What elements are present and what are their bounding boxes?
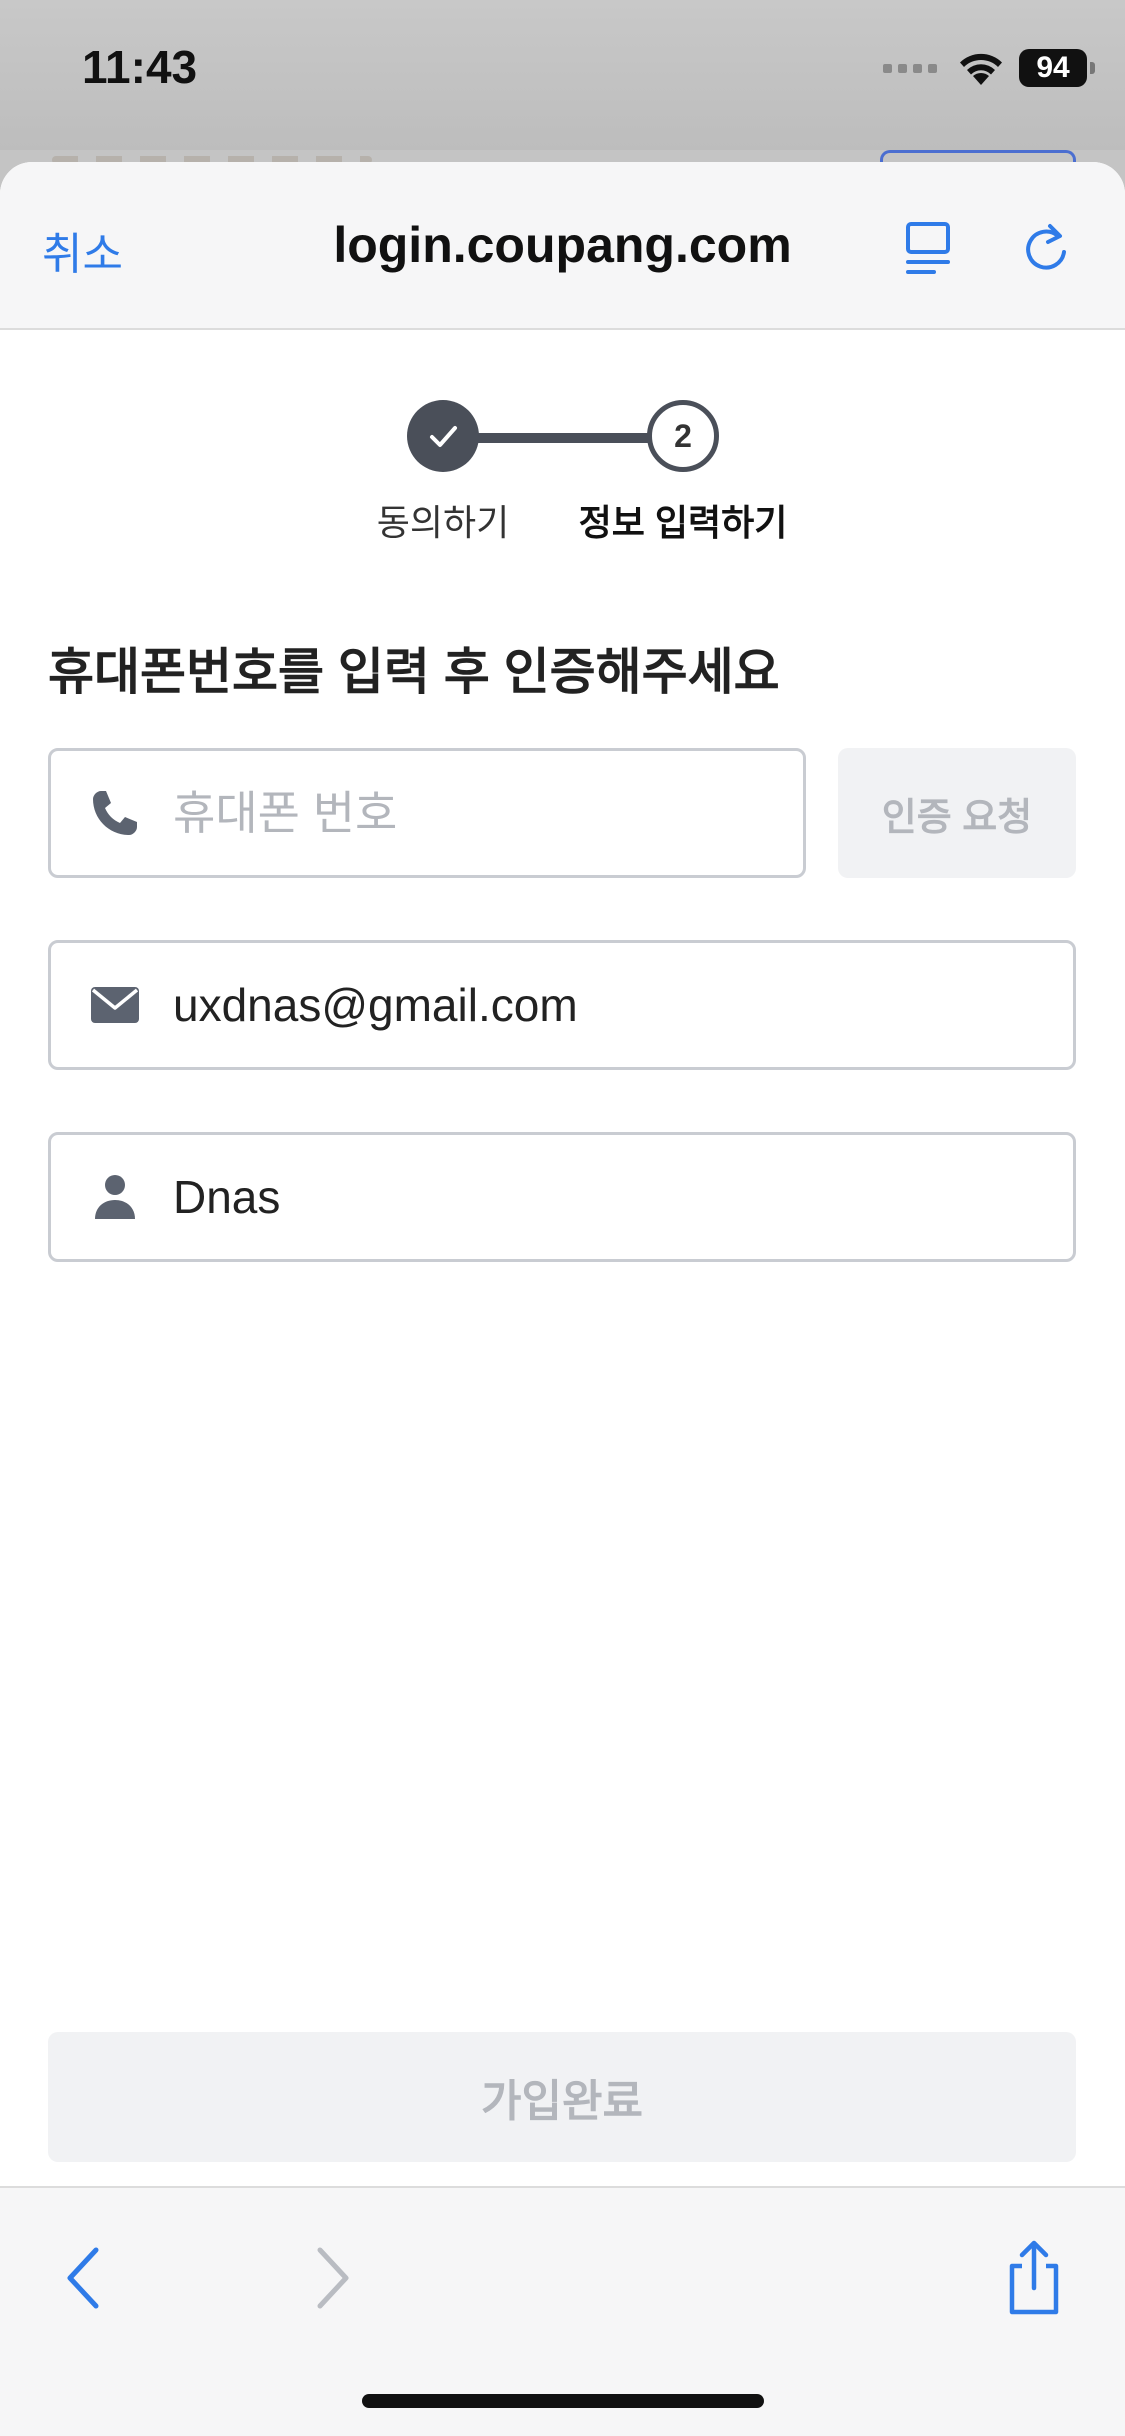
phone-icon (93, 791, 137, 835)
reader-icon[interactable] (900, 218, 960, 278)
form-title: 휴대폰번호를 입력 후 인증해주세요 (48, 644, 780, 700)
back-icon[interactable] (46, 2238, 126, 2318)
home-indicator[interactable] (362, 2394, 764, 2408)
person-icon (95, 1175, 135, 1219)
name-input[interactable] (173, 1170, 1073, 1224)
wifi-icon (960, 53, 1002, 85)
share-icon[interactable] (994, 2238, 1074, 2318)
battery-icon: 94 (1019, 49, 1095, 87)
mail-icon (91, 987, 139, 1023)
step-1-label: 동의하기 (376, 502, 510, 543)
name-field[interactable] (48, 1132, 1076, 1262)
status-bar: 11:43 94 (0, 0, 1125, 150)
step-2-current-indicator: 2 (647, 400, 719, 472)
status-indicators: 94 (883, 46, 1095, 90)
cellular-signal-icon (883, 63, 937, 73)
step-2-label: 정보 입력하기 (578, 502, 788, 543)
step-1-done-indicator (407, 400, 479, 472)
forward-icon[interactable] (290, 2238, 370, 2318)
browser-nav-bar: 취소 login.coupang.com (0, 162, 1125, 330)
reload-icon[interactable] (1016, 218, 1076, 278)
signup-complete-button[interactable]: 가입완료 (48, 2032, 1076, 2162)
phone-field[interactable] (48, 748, 806, 878)
verify-request-button[interactable]: 인증 요청 (838, 748, 1076, 878)
phone-input[interactable] (173, 786, 803, 840)
status-time: 11:43 (82, 41, 198, 93)
check-icon (430, 426, 457, 447)
email-field[interactable] (48, 940, 1076, 1070)
email-input[interactable] (173, 978, 1073, 1032)
